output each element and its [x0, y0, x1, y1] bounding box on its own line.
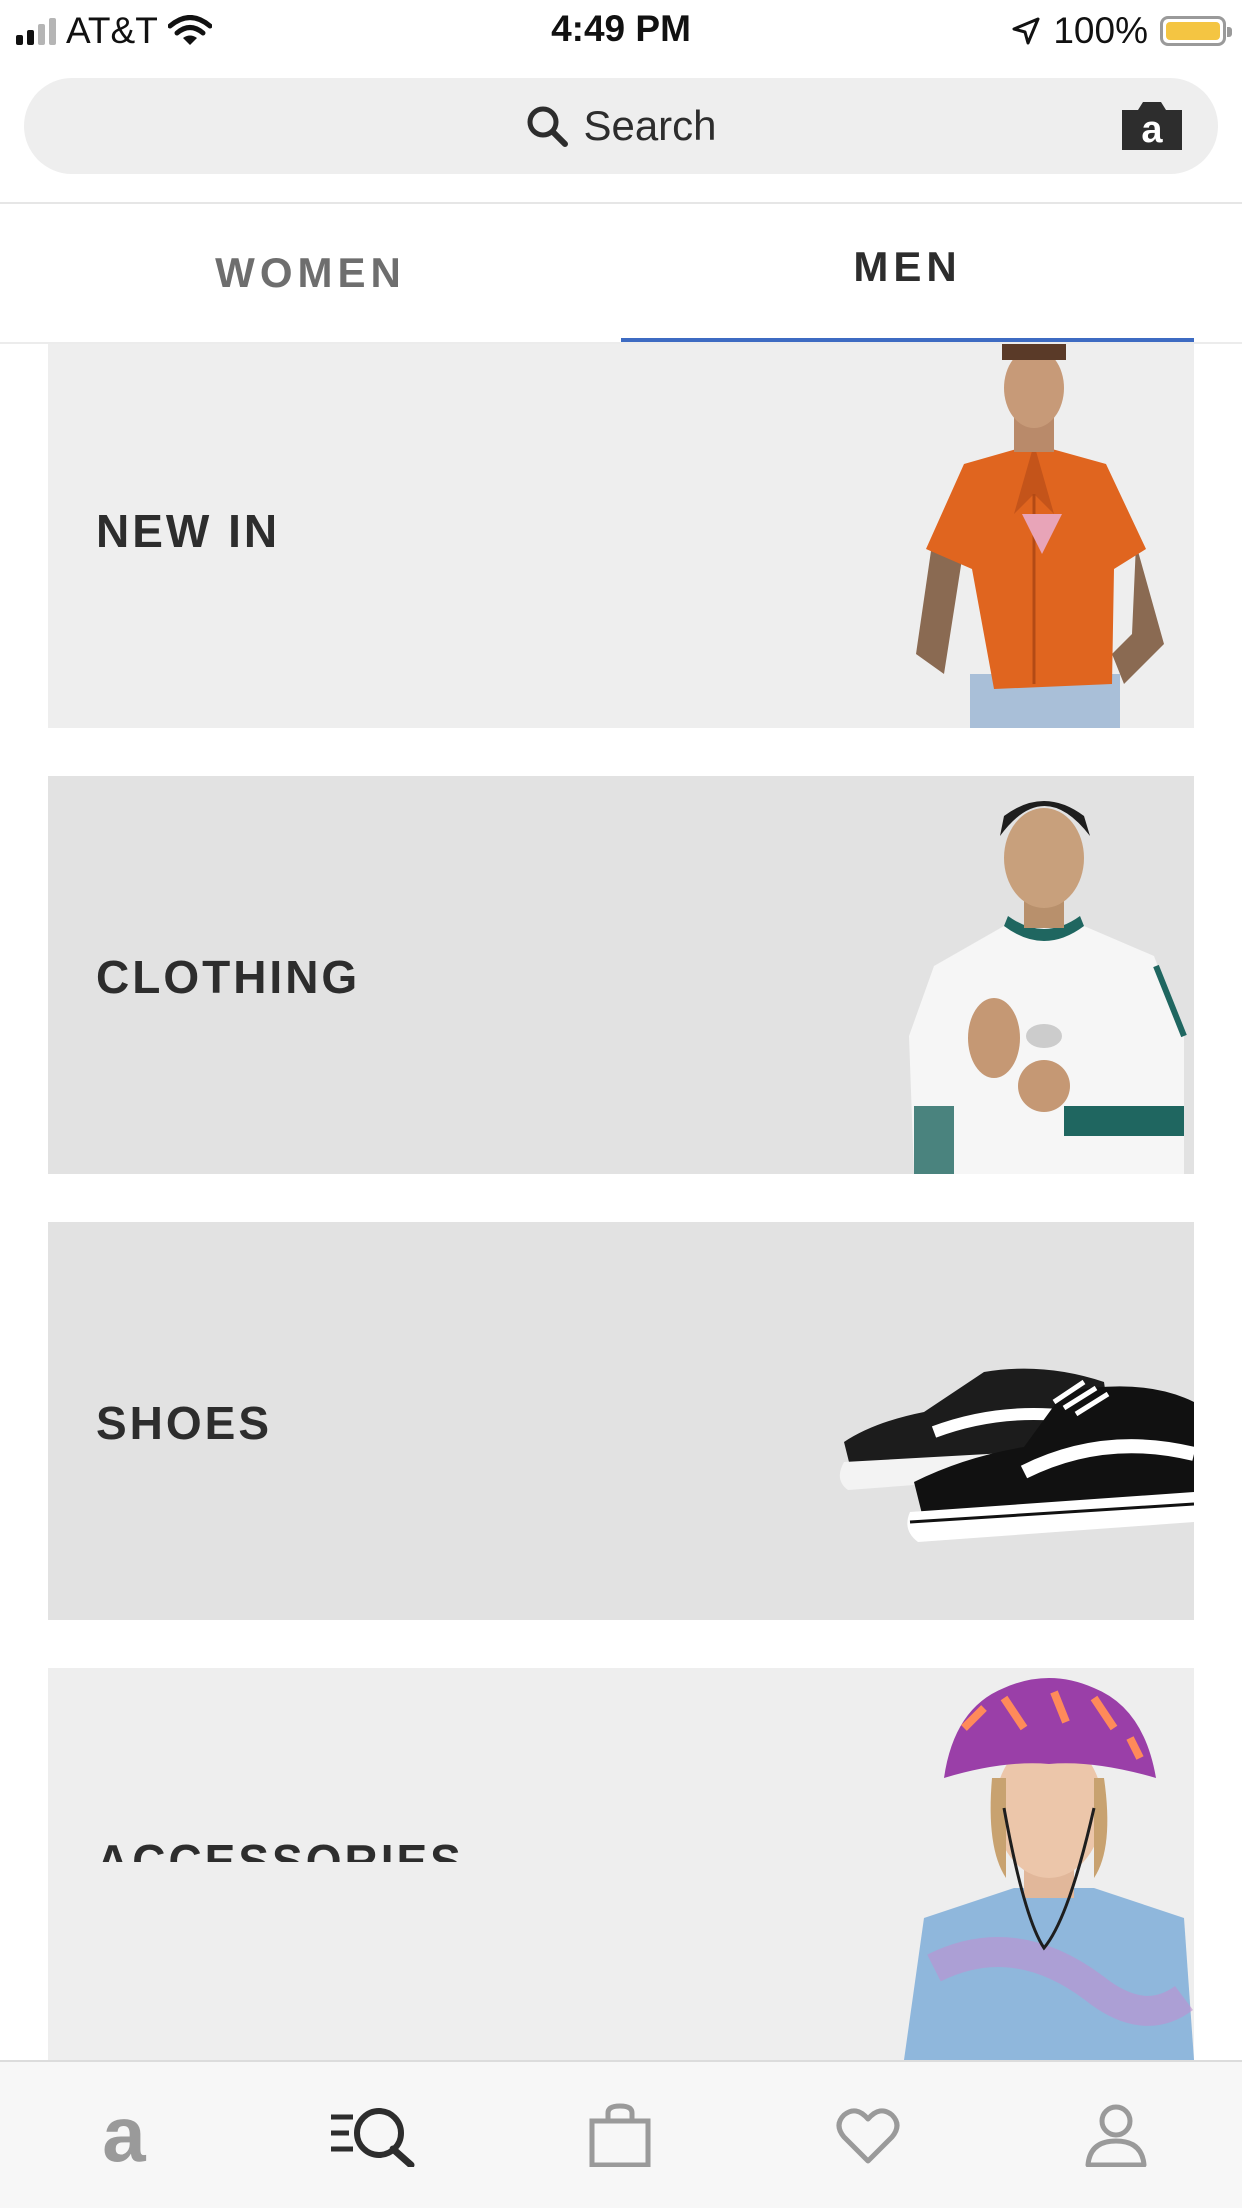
nav-saved[interactable]: [744, 2062, 992, 2208]
bottom-navigation: a: [0, 2060, 1242, 2208]
search-bar[interactable]: Search a: [24, 78, 1218, 174]
model-bucket-hat-image: [904, 1678, 1194, 2060]
model-white-track-top-image: [909, 801, 1187, 1174]
nav-search[interactable]: [248, 2062, 496, 2208]
battery-icon: [1160, 16, 1232, 46]
tab-men-label: MEN: [853, 243, 962, 290]
model-orange-shirt-image: [916, 344, 1164, 728]
search-browse-icon: [331, 2108, 415, 2167]
search-icon: [527, 106, 569, 147]
svg-text:a: a: [1141, 109, 1163, 151]
category-card-clothing[interactable]: CLOTHING: [48, 776, 1194, 1174]
battery-percentage: 100%: [1053, 10, 1148, 51]
account-icon: [1085, 2104, 1147, 2167]
category-label: SHOES: [96, 1397, 273, 1449]
search-placeholder: Search: [583, 102, 717, 149]
nav-account[interactable]: [992, 2062, 1240, 2208]
category-list: NEW IN CLOTHING SHOES ACCESSORIES: [0, 344, 1242, 2060]
category-label: ACCESSORIES: [96, 1835, 464, 1862]
nav-bag[interactable]: [496, 2062, 744, 2208]
status-right: 100%: [1011, 10, 1232, 52]
category-label: NEW IN: [96, 505, 281, 557]
heart-icon: [836, 2108, 900, 2164]
black-white-sneakers-image: [839, 1368, 1194, 1542]
tab-women[interactable]: WOMEN: [0, 204, 621, 342]
status-bar: AT&T 4:49 PM 100%: [0, 0, 1242, 62]
location-arrow-icon: [1012, 17, 1040, 45]
category-card-shoes[interactable]: SHOES: [48, 1222, 1194, 1620]
tab-men[interactable]: MEN: [621, 204, 1194, 342]
gender-tabs: WOMEN MEN: [0, 204, 1242, 344]
svg-text:a: a: [102, 2103, 146, 2167]
bag-icon: [589, 2103, 651, 2167]
home-logo-icon: a: [102, 2103, 146, 2167]
category-card-new-in[interactable]: NEW IN: [48, 344, 1194, 728]
camera-search-icon[interactable]: a: [1118, 100, 1186, 152]
category-label: CLOTHING: [96, 951, 361, 1003]
category-card-accessories[interactable]: ACCESSORIES: [48, 1668, 1194, 2060]
nav-home[interactable]: a: [0, 2062, 248, 2208]
tab-women-label: WOMEN: [215, 249, 406, 296]
